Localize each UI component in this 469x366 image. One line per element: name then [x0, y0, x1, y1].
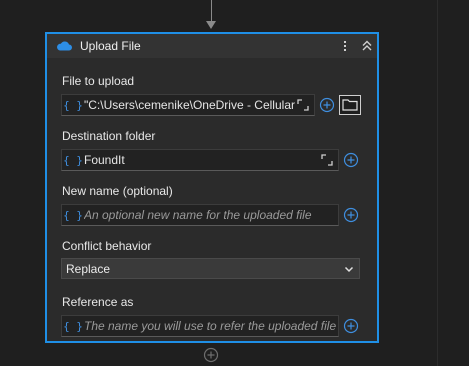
browse-file-button[interactable]	[339, 95, 361, 115]
insert-variable-icon[interactable]	[343, 207, 359, 223]
destination-folder-label: Destination folder	[62, 129, 156, 143]
expand-icon[interactable]	[320, 153, 334, 167]
reference-as-placeholder[interactable]: The name you will use to refer the uploa…	[84, 319, 338, 333]
collapse-chevrons-icon[interactable]	[360, 39, 374, 53]
variable-icon[interactable]: { }	[62, 99, 84, 112]
new-name-field[interactable]: { } An optional new name for the uploade…	[61, 204, 339, 226]
reference-as-label: Reference as	[62, 295, 134, 309]
expand-icon[interactable]	[296, 98, 310, 112]
variable-icon[interactable]: { }	[62, 320, 84, 333]
new-name-placeholder[interactable]: An optional new name for the uploaded fi…	[84, 208, 338, 222]
upload-file-action-card[interactable]: Upload File File to upload { } "C:\Users…	[45, 32, 379, 343]
new-name-label: New name (optional)	[62, 184, 173, 198]
conflict-behavior-select[interactable]: Replace	[61, 258, 360, 279]
canvas-divider	[437, 0, 438, 366]
reference-as-field[interactable]: { } The name you will use to refer the u…	[61, 315, 339, 337]
card-title: Upload File	[80, 39, 141, 53]
onedrive-cloud-icon	[57, 41, 72, 51]
variable-icon[interactable]: { }	[62, 154, 84, 167]
flow-connector-arrow-icon	[206, 21, 216, 29]
chevron-down-icon[interactable]	[343, 263, 355, 275]
variable-icon[interactable]: { }	[62, 209, 84, 222]
insert-variable-icon[interactable]	[343, 318, 359, 334]
card-header[interactable]: Upload File	[47, 34, 377, 58]
conflict-behavior-label: Conflict behavior	[62, 239, 152, 253]
file-to-upload-field[interactable]: { } "C:\Users\cemenike\OneDrive - Cellul…	[61, 94, 315, 116]
add-action-icon[interactable]	[203, 347, 219, 363]
conflict-behavior-value[interactable]: Replace	[62, 262, 343, 276]
insert-variable-icon[interactable]	[343, 152, 359, 168]
destination-folder-value[interactable]: FoundIt	[84, 153, 320, 167]
more-options-icon[interactable]	[342, 37, 348, 55]
folder-icon	[342, 99, 358, 111]
destination-folder-field[interactable]: { } FoundIt	[61, 149, 339, 171]
insert-variable-icon[interactable]	[319, 97, 335, 113]
file-to-upload-value[interactable]: "C:\Users\cemenike\OneDrive - Cellular	[84, 98, 296, 112]
file-to-upload-label: File to upload	[62, 74, 135, 88]
flow-connector-line	[211, 0, 212, 22]
